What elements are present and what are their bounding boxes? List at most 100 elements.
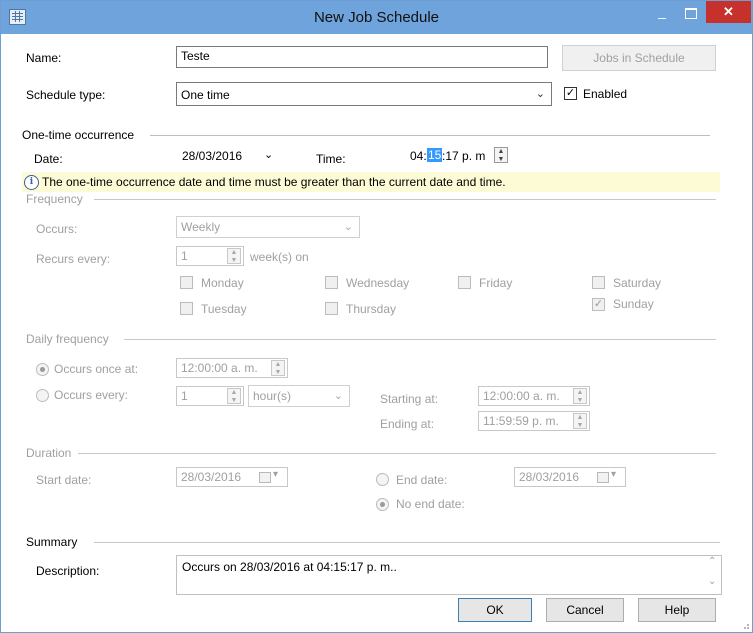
chevron-down-icon: ⌄ xyxy=(343,221,353,233)
starting-at-spinner[interactable]: ▲ ▼ xyxy=(573,388,587,404)
date-picker[interactable]: 28/03/2016 ⌄ xyxy=(176,145,280,167)
occurs-value: Weekly xyxy=(181,220,221,234)
maximize-icon xyxy=(685,8,697,19)
ending-at-spinner[interactable]: ▲ ▼ xyxy=(573,413,587,429)
occurs-every-unit-select[interactable]: hour(s) ⌄ xyxy=(248,385,350,407)
calendar-icon xyxy=(597,472,609,483)
description-textbox[interactable]: Occurs on 28/03/2016 at 04:15:17 p. m.. xyxy=(176,555,722,595)
starting-at-value: 12:00:00 a. m. xyxy=(483,389,560,403)
duration-section-title: Duration xyxy=(26,446,72,460)
recurs-spinner[interactable]: ▲ ▼ xyxy=(227,248,241,264)
duration-divider xyxy=(78,453,716,454)
one-time-section-title: One-time occurrence xyxy=(22,128,135,142)
schedule-type-value: One time xyxy=(181,88,230,102)
occurs-once-spinner[interactable]: ▲ ▼ xyxy=(271,360,285,376)
occurs-every-unit-value: hour(s) xyxy=(253,389,292,403)
time-hour: 04: xyxy=(410,149,427,163)
end-date-label: End date: xyxy=(396,473,448,487)
ending-at-input[interactable]: 11:59:59 p. m. ▲ ▼ xyxy=(478,411,590,431)
enabled-checkbox[interactable]: ✓ xyxy=(564,87,577,100)
monday-label: Monday xyxy=(201,276,244,290)
enabled-label: Enabled xyxy=(583,87,628,101)
starting-at-label: Starting at: xyxy=(380,392,439,406)
chevron-down-icon: ⌄ xyxy=(535,88,545,100)
tuesday-label: Tuesday xyxy=(201,302,247,316)
time-rest: :17 p. m xyxy=(442,149,486,163)
daily-frequency-divider xyxy=(124,339,716,340)
end-date-radio[interactable] xyxy=(376,473,389,486)
date-value: 28/03/2016 xyxy=(182,149,243,163)
ok-button[interactable]: OK xyxy=(458,598,532,622)
recurs-unit-label: week(s) on xyxy=(250,250,309,264)
occurs-once-label: Occurs once at: xyxy=(54,362,139,376)
time-input[interactable]: 04: 15 :17 p. m ▲ ▼ xyxy=(406,145,508,165)
saturday-label: Saturday xyxy=(613,276,662,290)
date-label: Date: xyxy=(34,152,63,166)
chevron-down-icon: ▾ xyxy=(273,469,279,480)
one-time-divider xyxy=(150,135,710,136)
name-input[interactable]: Teste xyxy=(176,46,548,68)
recurs-every-value: 1 xyxy=(181,249,188,263)
tuesday-checkbox[interactable] xyxy=(180,302,193,315)
start-date-label: Start date: xyxy=(36,473,92,487)
sunday-label: Sunday xyxy=(613,297,654,311)
time-spinner[interactable]: ▲ ▼ xyxy=(494,147,508,163)
name-label: Name: xyxy=(26,51,62,65)
chevron-down-icon: ⌄ xyxy=(264,149,274,161)
daily-frequency-section-title: Daily frequency xyxy=(26,332,109,346)
monday-checkbox[interactable] xyxy=(180,276,193,289)
ending-at-label: Ending at: xyxy=(380,417,435,431)
sunday-checkbox[interactable]: ✓ xyxy=(592,298,605,311)
maximize-button[interactable] xyxy=(677,1,705,25)
help-button[interactable]: Help xyxy=(638,598,716,622)
end-date-value: 28/03/2016 xyxy=(519,470,580,484)
chevron-down-icon: ⌄ xyxy=(333,390,343,402)
occurs-every-value: 1 xyxy=(181,389,188,403)
close-button[interactable]: ✕ xyxy=(706,1,751,23)
summary-divider xyxy=(94,542,720,543)
start-date-picker[interactable]: 28/03/2016 ▾ xyxy=(176,467,288,487)
occurs-every-spinner[interactable]: ▲ ▼ xyxy=(227,388,241,404)
frequency-divider xyxy=(94,199,716,200)
no-end-date-label: No end date: xyxy=(396,497,465,511)
scroll-up-icon[interactable]: ⌃ xyxy=(708,556,716,567)
start-date-value: 28/03/2016 xyxy=(181,470,242,484)
thursday-checkbox[interactable] xyxy=(325,302,338,315)
end-date-picker[interactable]: 28/03/2016 ▾ xyxy=(514,467,626,487)
starting-at-input[interactable]: 12:00:00 a. m. ▲ ▼ xyxy=(478,386,590,406)
description-scrollbar[interactable]: ⌃ ⌄ xyxy=(705,556,721,594)
info-message: The one-time occurrence date and time mu… xyxy=(42,175,506,189)
summary-section-title: Summary xyxy=(26,535,78,549)
recurs-every-input[interactable]: 1 ▲ ▼ xyxy=(176,246,244,266)
minimize-button[interactable]: _ xyxy=(648,1,676,25)
window-title: New Job Schedule xyxy=(313,9,440,26)
info-icon: i xyxy=(24,175,39,190)
description-label: Description: xyxy=(36,564,100,578)
frequency-section-title: Frequency xyxy=(26,192,83,206)
cancel-button[interactable]: Cancel xyxy=(546,598,624,622)
no-end-date-radio[interactable] xyxy=(376,498,389,511)
occurs-once-radio[interactable] xyxy=(36,363,49,376)
ending-at-value: 11:59:59 p. m. xyxy=(483,414,559,428)
friday-checkbox[interactable] xyxy=(458,276,471,289)
schedule-type-label: Schedule type: xyxy=(26,88,106,102)
resize-grip-icon[interactable] xyxy=(740,620,750,630)
occurs-label: Occurs: xyxy=(36,222,78,236)
occurs-every-input[interactable]: 1 ▲ ▼ xyxy=(176,386,244,406)
description-text: Occurs on 28/03/2016 at 04:15:17 p. m.. xyxy=(182,560,397,574)
recurs-every-label: Recurs every: xyxy=(36,252,111,266)
friday-label: Friday xyxy=(479,276,513,290)
scroll-down-icon[interactable]: ⌄ xyxy=(708,576,716,587)
saturday-checkbox[interactable] xyxy=(592,276,605,289)
calendar-icon xyxy=(259,472,271,483)
occurs-every-radio[interactable] xyxy=(36,389,49,402)
jobs-in-schedule-button[interactable]: Jobs in Schedule xyxy=(562,45,716,71)
occurs-select[interactable]: Weekly ⌄ xyxy=(176,216,360,238)
wednesday-label: Wednesday xyxy=(346,276,410,290)
occurs-once-time-input[interactable]: 12:00:00 a. m. ▲ ▼ xyxy=(176,358,288,378)
chevron-down-icon: ▾ xyxy=(611,469,617,480)
title-bar[interactable]: New Job Schedule _ ✕ xyxy=(1,1,752,34)
schedule-type-select[interactable]: One time ⌄ xyxy=(176,82,552,106)
thursday-label: Thursday xyxy=(346,302,397,316)
wednesday-checkbox[interactable] xyxy=(325,276,338,289)
